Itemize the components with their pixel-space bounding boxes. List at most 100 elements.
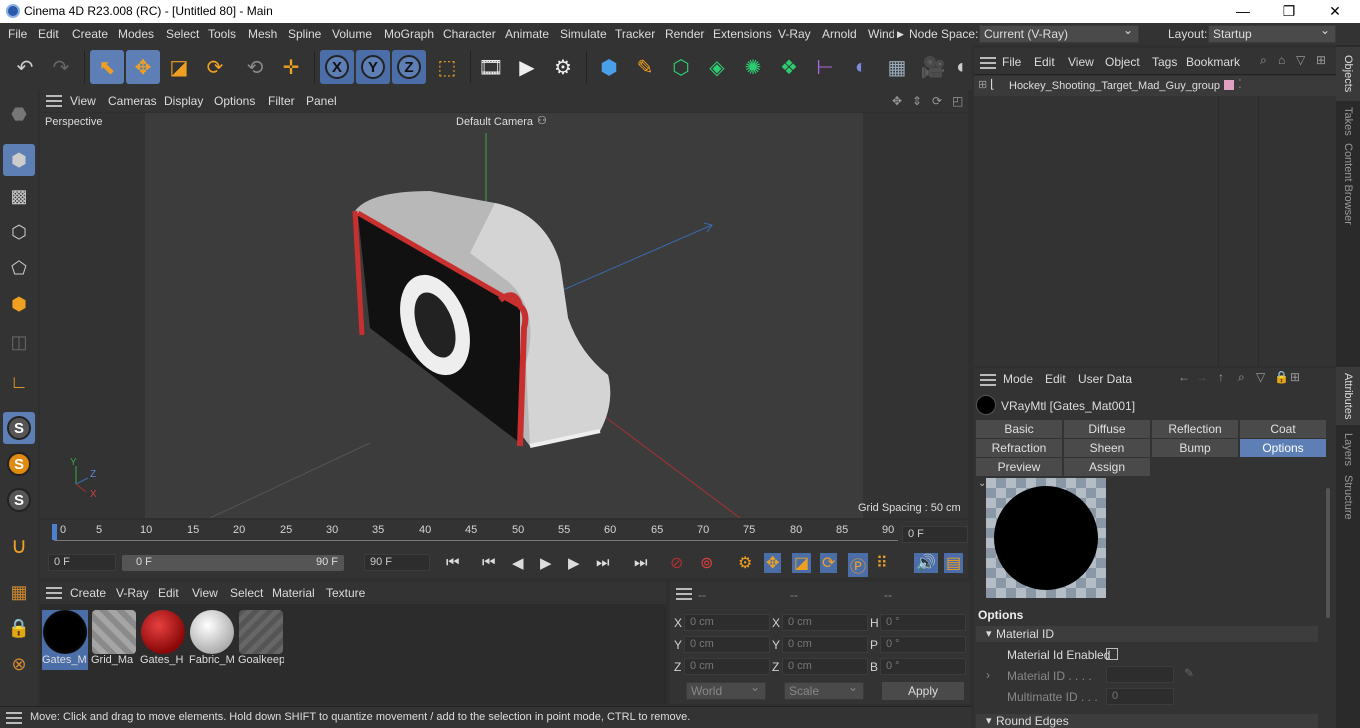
autokey-icon[interactable]: ⊚ [700, 553, 713, 573]
apply-button[interactable]: Apply [882, 682, 964, 700]
polygons-mode-icon[interactable]: ⬢ [3, 288, 35, 320]
expand-icon[interactable]: ⊞ [978, 78, 987, 91]
scale-tool-icon[interactable]: ◪ [162, 50, 196, 84]
menu-overflow-arrow-icon[interactable]: ▶ [897, 29, 904, 40]
camera-icon[interactable]: 🎥 [916, 50, 950, 84]
model-mode-icon[interactable]: ⬢ [3, 144, 35, 176]
material-id-field[interactable] [1106, 666, 1174, 683]
attributes-menu-user-data[interactable]: User Data [1078, 372, 1132, 386]
menu-render[interactable]: Render [665, 27, 704, 41]
tab-bump[interactable]: Bump [1152, 439, 1238, 457]
objects-menu-tags[interactable]: Tags [1152, 55, 1177, 69]
menu-arnold[interactable]: Arnold [822, 27, 857, 41]
attributes-hamburger-icon[interactable] [980, 374, 996, 386]
current-frame-field[interactable]: 0 F [902, 526, 968, 543]
menu-edit[interactable]: Edit [38, 27, 59, 41]
camera-link-icon[interactable]: ⚇ [537, 114, 547, 127]
viewport-pan-icon[interactable]: ✥ [892, 94, 902, 108]
floor-icon[interactable]: ▦ [880, 50, 914, 84]
material-swatch[interactable]: Grid_Ma [91, 610, 137, 670]
attributes-menu-edit[interactable]: Edit [1045, 372, 1066, 386]
menu-spline[interactable]: Spline [288, 27, 321, 41]
deformer-icon[interactable]: ⊢ [808, 50, 842, 84]
timeline-window-icon[interactable]: ▤ [944, 553, 964, 573]
material-hamburger-icon[interactable] [46, 587, 62, 599]
prev-frame-icon[interactable]: ◀ [512, 554, 524, 572]
record-icon[interactable]: ⊘ [670, 553, 683, 573]
objects-hamburger-icon[interactable] [980, 57, 996, 69]
side-tab-attributes[interactable]: Attributes [1342, 373, 1354, 419]
material-swatch[interactable]: Fabric_M [189, 610, 235, 670]
menu-vray[interactable]: V-Ray [778, 27, 811, 41]
attributes-menu-mode[interactable]: Mode [1003, 372, 1033, 386]
key-parameter-icon[interactable]: Ⓟ [848, 553, 869, 577]
z-axis-lock-icon[interactable]: Z [392, 50, 426, 84]
menu-window[interactable]: Wind [868, 27, 894, 41]
expand-right-icon[interactable]: › [986, 668, 990, 682]
viewport[interactable]: Perspective Default Camera ⚇ Grid Spacin… [40, 113, 968, 518]
size-x-field[interactable]: 0 cm [782, 614, 868, 631]
objects-menu-object[interactable]: Object [1105, 55, 1140, 69]
coord-system-dropdown[interactable]: World [686, 680, 766, 700]
snap-icon[interactable]: S [3, 412, 35, 444]
magnet-icon[interactable]: ∪ [3, 530, 35, 562]
locked-workplane-icon[interactable]: 🔒 [3, 612, 35, 644]
pen-icon[interactable]: ✎ [628, 50, 662, 84]
end-frame-field[interactable]: 90 F [364, 554, 430, 571]
menu-tracker[interactable]: Tracker [615, 27, 655, 41]
select-tool-icon[interactable]: ⬉ [90, 50, 124, 84]
keyframe-selection-icon[interactable]: ⚙ [738, 553, 752, 573]
layer-color-tag[interactable] [1224, 80, 1234, 90]
objects-filter-icon[interactable]: ▽ [1296, 53, 1305, 67]
material-menu-create[interactable]: Create [70, 586, 106, 600]
viewport-menu-cameras[interactable]: Cameras [108, 94, 157, 108]
viewport-dolly-icon[interactable]: ⇕ [912, 94, 922, 108]
key-rotation-icon[interactable]: ⟳ [820, 553, 838, 573]
multimatte-id-field[interactable]: 0 [1106, 688, 1174, 705]
position-x-field[interactable]: 0 cm [684, 614, 770, 631]
frame-range-slider[interactable]: 0 F 90 F [122, 555, 344, 571]
undo-icon[interactable]: ↶ [8, 50, 42, 84]
tab-coat[interactable]: Coat [1240, 420, 1326, 438]
material-menu-vray[interactable]: V-Ray [116, 586, 149, 600]
coordinate-system-icon[interactable]: ⬚ [430, 50, 464, 84]
viewport-menu-options[interactable]: Options [214, 94, 255, 108]
material-menu-edit[interactable]: Edit [158, 586, 179, 600]
y-axis-lock-icon[interactable]: Y [356, 50, 390, 84]
back-arrow-icon[interactable]: ← [1178, 370, 1190, 384]
uv-mode-icon[interactable]: ◫ [3, 326, 35, 358]
transform-tool-icon[interactable]: ✛ [274, 50, 308, 84]
material-id-enabled-checkbox[interactable] [1106, 648, 1118, 660]
material-swatch[interactable]: Gates_H [140, 610, 186, 670]
menu-mograph[interactable]: MoGraph [384, 27, 434, 41]
material-menu-texture[interactable]: Texture [326, 586, 365, 600]
tab-preview-settings[interactable]: Preview Settings [976, 458, 1062, 492]
make-editable-icon[interactable]: ⬣ [3, 98, 35, 130]
next-frame-icon[interactable]: ▶ [568, 554, 580, 572]
viewport-maximize-icon[interactable]: ◰ [952, 94, 963, 108]
maximize-button[interactable]: ❐ [1266, 0, 1312, 23]
cube-icon[interactable]: ⬢ [592, 50, 626, 84]
objects-menu-edit[interactable]: Edit [1034, 55, 1055, 69]
tab-refraction[interactable]: Refraction [976, 439, 1062, 457]
size-z-field[interactable]: 0 cm [782, 658, 868, 675]
playhead[interactable] [52, 524, 57, 540]
subdivision-icon[interactable]: ⬡ [664, 50, 698, 84]
side-tab-takes[interactable]: Takes [1342, 107, 1354, 136]
lock-icon[interactable]: 🔒 [1274, 370, 1289, 384]
viewport-menu-view[interactable]: View [70, 94, 96, 108]
workplane-icon[interactable]: ▦ [3, 576, 35, 608]
rotation-b-field[interactable]: 0 ° [880, 658, 966, 675]
planar-workplane-icon[interactable]: ⊗ [3, 648, 35, 680]
next-key-icon[interactable]: ⏭ [596, 554, 610, 571]
menu-modes[interactable]: Modes [118, 27, 154, 41]
size-y-field[interactable]: 0 cm [782, 636, 868, 653]
objects-menu-file[interactable]: File [1002, 55, 1021, 69]
menu-create[interactable]: Create [72, 27, 108, 41]
redo-icon[interactable]: ↷ [44, 50, 78, 84]
tab-assign[interactable]: Assign [1064, 458, 1150, 476]
axis-mode-icon[interactable]: ∟ [3, 366, 35, 398]
x-axis-lock-icon[interactable]: X [320, 50, 354, 84]
snap-settings-icon[interactable]: S [3, 448, 35, 480]
attributes-search-icon[interactable]: ⌕ [1238, 370, 1245, 385]
